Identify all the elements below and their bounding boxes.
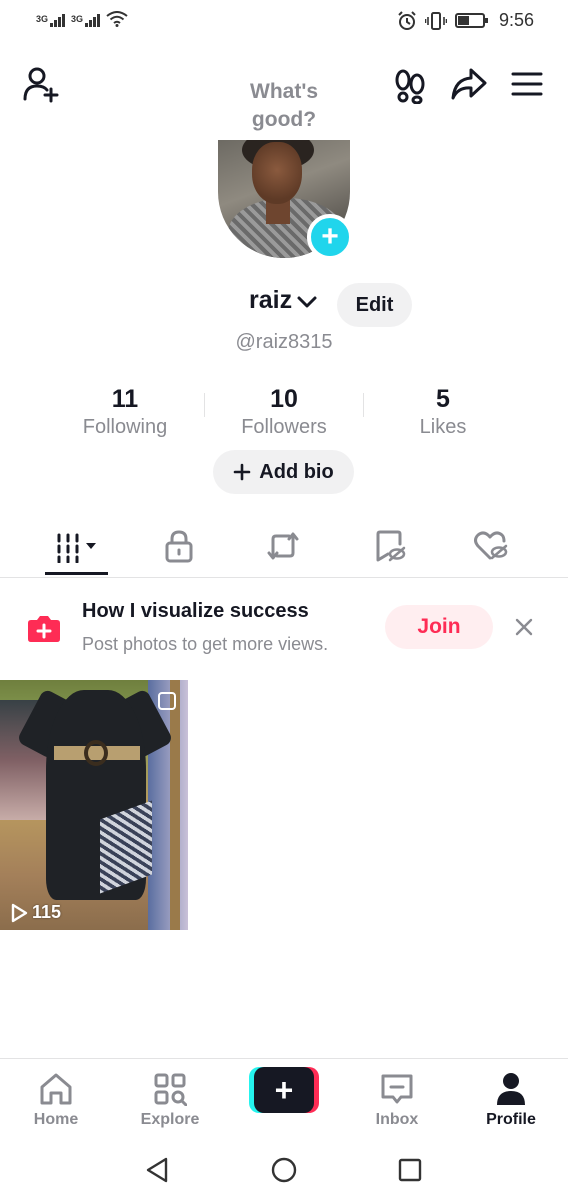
signal-sim1-icon: 3G — [36, 14, 66, 27]
repost-icon — [267, 532, 299, 560]
add-bio-button[interactable]: Add bio — [213, 450, 354, 494]
nav-explore[interactable]: Explore — [125, 1071, 215, 1129]
thumbnail-background-post — [170, 680, 180, 930]
profile-icon — [497, 1073, 525, 1105]
nav-profile-label: Profile — [486, 1111, 536, 1128]
plus-icon — [233, 463, 251, 481]
likes-stat[interactable]: 5 Likes — [378, 384, 508, 440]
liked-hidden-icon — [474, 531, 508, 560]
tab-videos[interactable] — [45, 516, 109, 576]
system-back-button[interactable] — [141, 1154, 173, 1186]
select-checkbox[interactable] — [158, 692, 176, 710]
create-plus-icon: + — [254, 1067, 314, 1113]
likes-count: 5 — [436, 385, 450, 413]
create-button[interactable]: + — [249, 1067, 319, 1113]
following-count: 11 — [111, 385, 139, 413]
nav-explore-label: Explore — [140, 1111, 200, 1128]
bookmark-hidden-icon — [376, 530, 406, 562]
explore-grid-icon — [154, 1073, 187, 1106]
system-recents-button[interactable] — [394, 1154, 426, 1186]
stat-divider — [204, 393, 205, 417]
battery-icon — [454, 13, 488, 28]
dismiss-promo-button[interactable] — [509, 612, 539, 642]
promo-title: How I visualize success — [82, 600, 309, 622]
close-icon — [515, 618, 533, 636]
hamburger-menu-icon — [511, 72, 543, 96]
active-tab-indicator — [45, 572, 108, 575]
edit-profile-button[interactable]: Edit — [337, 283, 412, 327]
wifi-icon — [106, 11, 128, 27]
view-count: 115 — [10, 902, 61, 923]
grid-videos-icon — [57, 533, 96, 563]
avatar-face — [252, 142, 302, 204]
vibrate-icon — [424, 11, 447, 30]
profile-tabs — [0, 516, 568, 578]
profile-name: raiz — [249, 286, 293, 314]
recents-square-icon — [398, 1158, 422, 1182]
system-navigation-bar — [0, 1140, 568, 1200]
nav-inbox-label: Inbox — [375, 1111, 419, 1128]
back-triangle-icon — [146, 1157, 168, 1183]
join-button[interactable]: Join — [385, 605, 493, 649]
status-bar: 3G 3G 9:56 — [0, 0, 568, 44]
photo-camera-plus-icon — [28, 616, 60, 642]
network-type-1: 3G — [36, 14, 49, 24]
lock-icon — [165, 530, 193, 563]
alarm-icon — [398, 10, 416, 30]
nav-home[interactable]: Home — [11, 1071, 101, 1129]
signal-indicators: 3G 3G — [36, 11, 128, 27]
status-right: 9:56 — [397, 10, 534, 31]
username-switcher[interactable]: raiz — [249, 286, 318, 315]
profile-visitors-button[interactable] — [388, 64, 432, 108]
likes-label: Likes — [419, 416, 467, 438]
nav-inbox[interactable]: Inbox — [352, 1071, 442, 1129]
chevron-down-icon — [297, 296, 317, 307]
add-story-button[interactable]: + — [307, 214, 353, 260]
status-prompt[interactable]: What's good? — [234, 78, 334, 134]
home-icon — [40, 1073, 72, 1105]
tab-favorites[interactable] — [357, 516, 421, 576]
nav-profile[interactable]: Profile — [466, 1071, 556, 1129]
add-user-icon — [23, 67, 59, 103]
add-bio-label: Add bio — [259, 460, 334, 483]
promo-subtitle: Post photos to get more views. — [82, 634, 329, 654]
followers-count: 10 — [270, 385, 298, 413]
home-circle-icon — [271, 1157, 297, 1183]
footprints-icon — [395, 69, 425, 104]
nav-home-label: Home — [33, 1111, 79, 1128]
tab-reposts[interactable] — [251, 516, 315, 576]
play-icon — [11, 903, 28, 922]
video-thumbnail[interactable] — [0, 680, 188, 930]
signal-sim2-icon: 3G — [71, 14, 101, 27]
system-home-button[interactable] — [268, 1154, 300, 1186]
plus-icon: + — [321, 220, 339, 253]
share-icon — [451, 68, 487, 100]
menu-button[interactable] — [505, 62, 549, 106]
belt-buckle — [84, 740, 108, 766]
tab-private[interactable] — [147, 516, 211, 576]
followers-stat[interactable]: 10 Followers — [219, 384, 349, 440]
view-count-value: 115 — [32, 902, 62, 922]
tab-liked[interactable] — [459, 516, 523, 576]
followers-label: Followers — [241, 416, 327, 438]
following-stat[interactable]: 11 Following — [60, 384, 190, 440]
following-label: Following — [82, 416, 168, 438]
network-type-2: 3G — [71, 14, 84, 24]
share-profile-button[interactable] — [447, 62, 491, 106]
stat-divider — [363, 393, 364, 417]
add-friend-button[interactable] — [19, 62, 63, 106]
profile-handle: @raiz8315 — [235, 331, 333, 353]
clock: 9:56 — [498, 10, 534, 30]
inbox-icon — [381, 1074, 413, 1104]
